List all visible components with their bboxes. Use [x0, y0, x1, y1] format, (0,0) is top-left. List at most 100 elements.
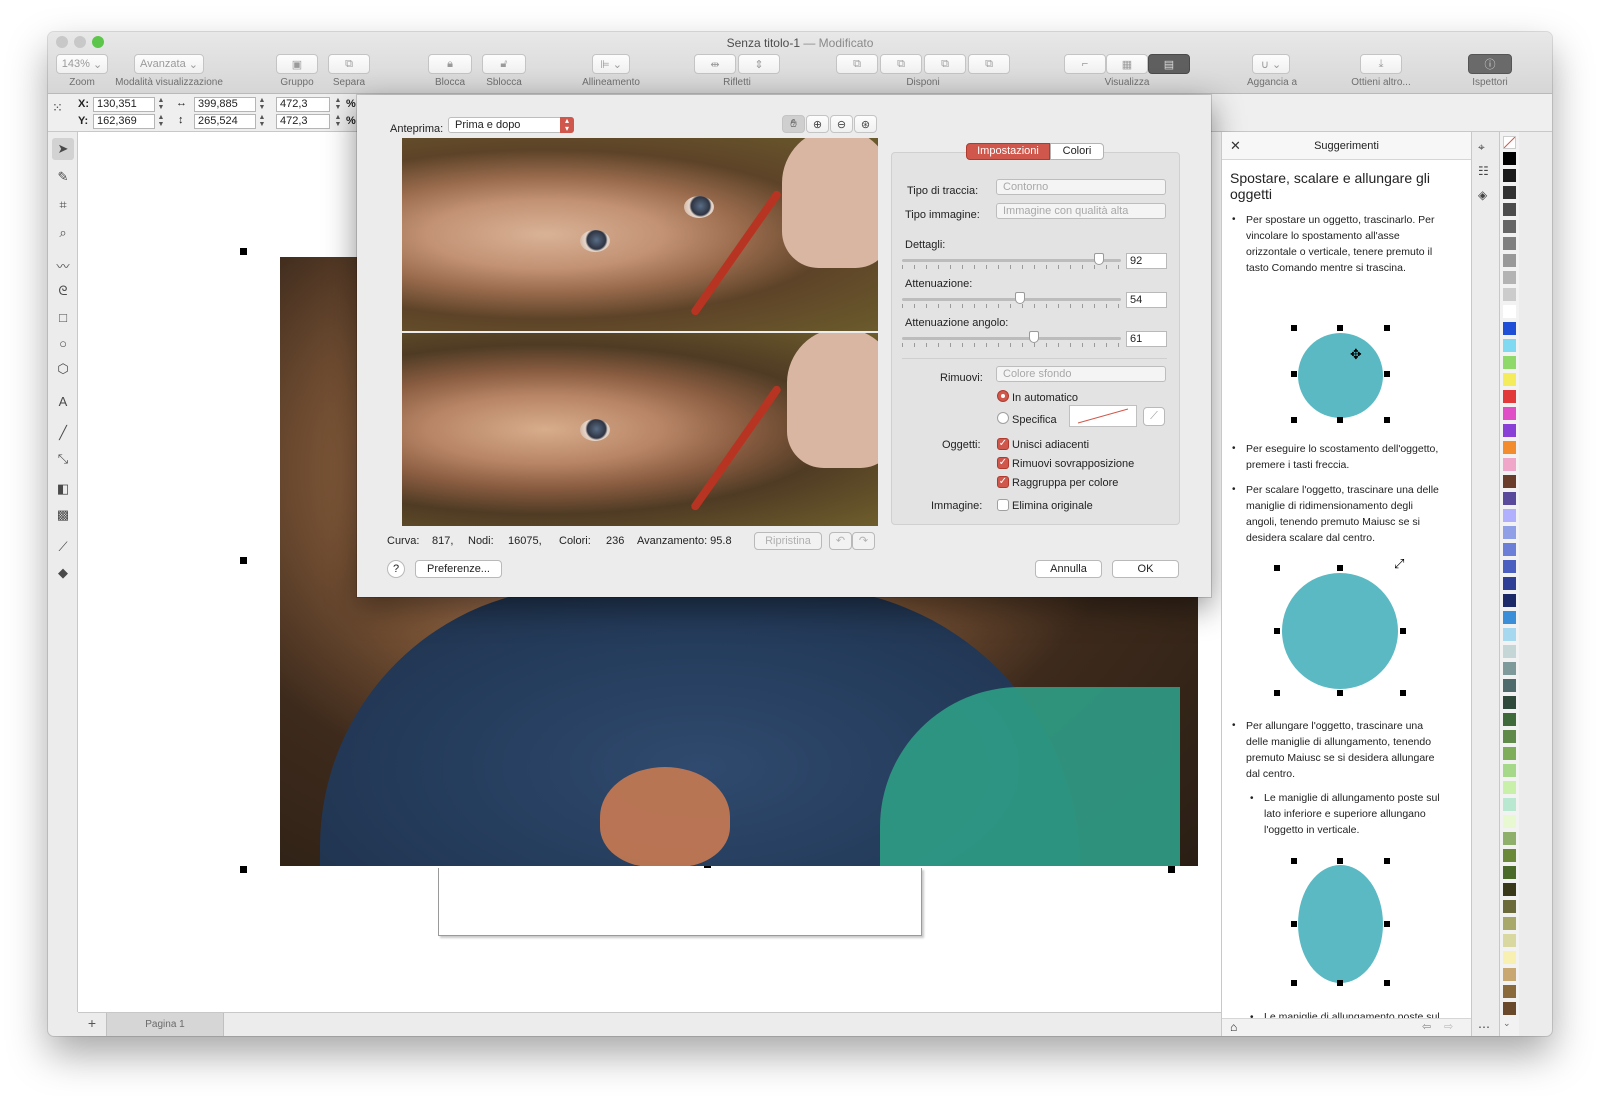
color-swatch[interactable] [1503, 815, 1516, 828]
lock-button[interactable]: 🔒︎ [428, 54, 472, 74]
color-swatch[interactable] [1503, 917, 1516, 930]
color-swatch[interactable] [1503, 543, 1516, 556]
color-swatch[interactable] [1503, 934, 1516, 947]
text-tool-icon[interactable]: A [52, 390, 74, 412]
selection-handle[interactable] [240, 248, 247, 255]
preview-mode-select[interactable]: Prima e dopo [448, 117, 574, 133]
color-swatch[interactable] [1503, 509, 1516, 522]
reset-button[interactable]: Ripristina [754, 532, 822, 550]
height-stepper[interactable]: ▲ ▼ [258, 114, 266, 129]
mirror-vertical-button[interactable]: ⇕ [738, 54, 780, 74]
preview-after[interactable] [402, 333, 878, 526]
trace-type-select[interactable]: Contorno [996, 179, 1166, 195]
color-swatch[interactable] [1503, 1002, 1516, 1015]
color-swatch[interactable] [1503, 730, 1516, 743]
scale-x-field[interactable]: 472,3 [276, 97, 330, 112]
pan-button[interactable]: ✋︎ [782, 115, 805, 133]
hints-docker-icon[interactable]: ⌖ [1478, 140, 1485, 155]
ok-button[interactable]: OK [1112, 560, 1179, 578]
color-swatch[interactable] [1503, 781, 1516, 794]
color-swatch[interactable] [1503, 628, 1516, 641]
color-swatch[interactable] [1503, 339, 1516, 352]
y-field[interactable]: 162,369 [93, 114, 155, 129]
page-tab[interactable]: Pagina 1 [106, 1013, 224, 1036]
view-normal-button[interactable]: ⌐ [1064, 54, 1106, 74]
color-swatch[interactable] [1503, 271, 1516, 284]
color-swatch[interactable] [1503, 764, 1516, 777]
back-arrow-icon[interactable]: ⇦ [1422, 1020, 1431, 1033]
color-swatch[interactable] [1503, 866, 1516, 879]
slider-thumb[interactable] [1014, 292, 1025, 304]
arrange-front-button[interactable]: ⧉ [836, 54, 878, 74]
color-swatch[interactable] [1503, 594, 1516, 607]
color-swatch[interactable] [1503, 441, 1516, 454]
color-swatch[interactable] [1503, 203, 1516, 216]
transparency-tool-icon[interactable]: ▩ [52, 504, 74, 526]
color-swatch[interactable] [1503, 305, 1516, 318]
color-swatch[interactable] [1503, 169, 1516, 182]
color-swatch[interactable] [1503, 152, 1516, 165]
color-swatch[interactable] [1503, 883, 1516, 896]
color-swatch[interactable] [1503, 288, 1516, 301]
color-swatch[interactable] [1503, 475, 1516, 488]
layers-docker-icon[interactable]: ◈ [1478, 188, 1487, 202]
color-swatch[interactable] [1503, 458, 1516, 471]
smoothing-value-field[interactable]: 54 [1126, 292, 1167, 308]
view-mode-dropdown[interactable]: Avanzata ⌄ [134, 54, 204, 74]
mirror-horizontal-button[interactable]: ⇹ [694, 54, 736, 74]
color-swatch[interactable] [1503, 577, 1516, 590]
rectangle-tool-icon[interactable]: □ [52, 306, 74, 328]
ungroup-button[interactable]: ⧉ [328, 54, 370, 74]
merge-adjacent-checkbox[interactable]: ✓ [997, 438, 1009, 450]
zoom-fit-button[interactable]: ⊛ [854, 115, 877, 133]
x-stepper[interactable]: ▲ ▼ [157, 97, 165, 112]
dimension-tool-icon[interactable]: ╱ [52, 422, 74, 444]
group-button[interactable]: ▣ [276, 54, 318, 74]
select-stepper-icon[interactable]: ▴ ▾ [560, 117, 574, 133]
eyedropper-tool-icon[interactable]: ⟋ [52, 536, 74, 558]
anchor-grid-icon[interactable]: ⁙ [52, 100, 72, 124]
shape-tool-icon[interactable]: ✎ [52, 166, 74, 188]
selection-handle[interactable] [1168, 866, 1175, 873]
add-page-button[interactable]: + [82, 1015, 102, 1033]
tab-colors[interactable]: Colori [1050, 143, 1104, 160]
connector-tool-icon[interactable]: ⤡ [52, 448, 74, 470]
delete-original-checkbox[interactable] [997, 499, 1009, 511]
color-swatch[interactable] [1503, 322, 1516, 335]
color-swatch[interactable] [1503, 254, 1516, 267]
view-pixel-button[interactable]: ▤ [1148, 54, 1190, 74]
polygon-tool-icon[interactable]: ⬡ [52, 358, 74, 380]
details-value-field[interactable]: 92 [1126, 253, 1167, 269]
color-swatch[interactable] [1503, 645, 1516, 658]
scale-x-stepper[interactable]: ▲ ▼ [334, 97, 342, 112]
preview-before[interactable] [402, 138, 878, 331]
details-slider[interactable] [902, 253, 1121, 269]
undo-button[interactable]: ↶ [829, 532, 852, 550]
scale-y-field[interactable]: 472,3 [276, 114, 330, 129]
fill-tool-icon[interactable]: ◆ [52, 562, 74, 584]
arrange-forward-button[interactable]: ⧉ [880, 54, 922, 74]
corner-smoothing-value-field[interactable]: 61 [1126, 331, 1167, 347]
specific-color-well[interactable] [1069, 405, 1137, 427]
color-swatch[interactable] [1503, 373, 1516, 386]
arrange-backward-button[interactable]: ⧉ [924, 54, 966, 74]
objects-docker-icon[interactable]: ☷ [1478, 164, 1489, 178]
color-swatch[interactable] [1503, 390, 1516, 403]
unlock-button[interactable]: 🔓︎ [482, 54, 526, 74]
arrange-back-button[interactable]: ⧉ [968, 54, 1010, 74]
home-icon[interactable]: ⌂ [1230, 1020, 1237, 1034]
color-swatch[interactable] [1503, 713, 1516, 726]
color-swatch[interactable] [1503, 186, 1516, 199]
color-swatch[interactable] [1503, 985, 1516, 998]
smart-draw-icon[interactable]: ᘓ [52, 280, 74, 302]
shadow-tool-icon[interactable]: ◧ [52, 478, 74, 500]
eyedropper-button[interactable]: ⟋ [1143, 407, 1165, 426]
zoom-tool-icon[interactable]: ⌕ [52, 222, 74, 244]
color-swatch[interactable] [1503, 849, 1516, 862]
color-swatch[interactable] [1503, 679, 1516, 692]
crop-tool-icon[interactable]: ⌗ [52, 194, 74, 216]
x-field[interactable]: 130,351 [93, 97, 155, 112]
selection-handle[interactable] [240, 557, 247, 564]
color-swatch[interactable] [1503, 237, 1516, 250]
get-more-button[interactable]: ⤓ [1360, 54, 1402, 74]
